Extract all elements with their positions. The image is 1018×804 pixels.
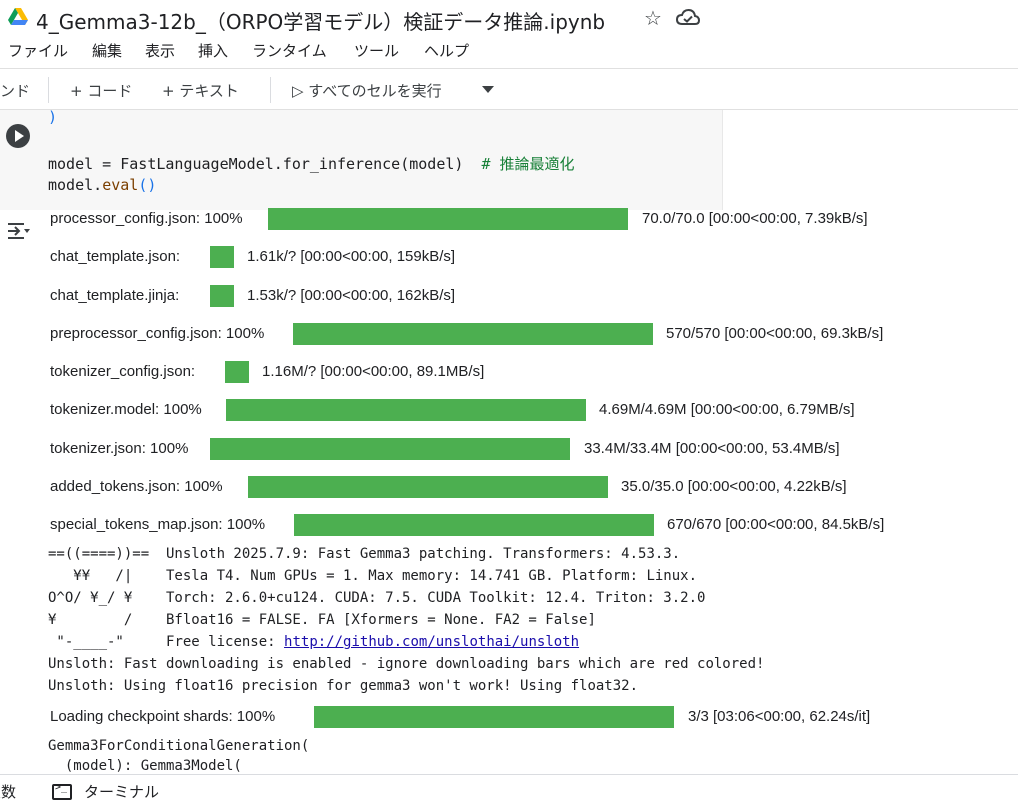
banner-line: "-____-" Free license: http://github.com… xyxy=(48,634,579,650)
code-line: ) xyxy=(48,108,58,126)
progress-fill xyxy=(226,399,586,421)
progress-label: added_tokens.json: 100% xyxy=(50,478,223,495)
progress-label: preprocessor_config.json: 100% xyxy=(50,325,265,342)
toolbar-command-label[interactable]: ンド xyxy=(0,80,30,101)
output-toggle-icon[interactable] xyxy=(6,220,32,242)
code-line: model.eval() xyxy=(48,176,157,194)
run-cell-button[interactable] xyxy=(6,124,30,148)
progress-stats: 3/3 [03:06<00:00, 62.24s/it] xyxy=(688,708,871,725)
banner-line: ==((====))== Unsloth 2025.7.9: Fast Gemm… xyxy=(48,546,680,562)
progress-bar xyxy=(294,514,654,536)
model-repr-line: (model): Gemma3Model( xyxy=(48,758,242,774)
menu-edit[interactable]: 編集 xyxy=(92,40,122,61)
banner-text: ¥ / Bfloat16 = FALSE. FA [Xformers = Non… xyxy=(48,612,596,628)
progress-stats: 570/570 [00:00<00:00, 69.3kB/s] xyxy=(666,325,884,342)
menu-runtime[interactable]: ランタイム xyxy=(252,40,327,61)
progress-stats: 4.69M/4.69M [00:00<00:00, 6.79MB/s] xyxy=(599,401,855,418)
progress-fill xyxy=(293,323,653,345)
banner-text: ==((====))== Unsloth 2025.7.9: Fast Gemm… xyxy=(48,546,681,562)
progress-bar xyxy=(248,476,608,498)
banner-text: O^O/ ¥_/ ¥ Torch: 2.6.0+cu124. CUDA: 7.5… xyxy=(48,590,706,606)
progress-stats: 70.0/70.0 [00:00<00:00, 7.39kB/s] xyxy=(642,210,868,227)
progress-bar xyxy=(210,438,570,460)
progress-stats: 1.53k/? [00:00<00:00, 162kB/s] xyxy=(247,287,456,304)
code-line: model = FastLanguageModel.for_inference(… xyxy=(48,155,575,173)
progress-bar xyxy=(226,399,586,421)
cell-toolbar-area xyxy=(722,110,1018,210)
run-all-button[interactable]: ▷ すべてのセルを実行 xyxy=(292,80,442,101)
progress-label: processor_config.json: 100% xyxy=(50,210,243,227)
terminal-icon[interactable] xyxy=(52,782,72,800)
menu-file[interactable]: ファイル xyxy=(8,40,68,61)
model-repr-line: Gemma3ForConditionalGeneration( xyxy=(48,738,310,754)
banner-text: ¥¥ /| Tesla T4. Num GPUs = 1. Max memory… xyxy=(48,568,698,584)
drive-icon xyxy=(8,8,28,25)
progress-label: chat_template.jinja: xyxy=(50,287,180,304)
progress-bar xyxy=(293,323,653,345)
progress-fill xyxy=(210,285,234,307)
progress-label: special_tokens_map.json: 100% xyxy=(50,516,266,533)
banner-text: "-____-" xyxy=(48,634,167,650)
menu-tools[interactable]: ツール xyxy=(354,40,399,61)
add-text-button[interactable]: + テキスト xyxy=(162,80,239,101)
banner-line: O^O/ ¥_/ ¥ Torch: 2.6.0+cu124. CUDA: 7.5… xyxy=(48,590,705,606)
cloud-icon[interactable] xyxy=(676,8,700,28)
progress-label: tokenizer.model: 100% xyxy=(50,401,202,418)
progress-bar xyxy=(268,208,628,230)
progress-bar xyxy=(210,285,234,307)
progress-bar xyxy=(210,246,234,268)
progress-fill xyxy=(294,514,654,536)
unsloth-message: Unsloth: Fast downloading is enabled - i… xyxy=(48,656,765,672)
progress-fill xyxy=(210,438,570,460)
menu-view[interactable]: 表示 xyxy=(145,40,175,61)
variables-tab[interactable]: 変数 xyxy=(0,781,16,802)
banner-line: ¥ / Bfloat16 = FALSE. FA [Xformers = Non… xyxy=(48,612,596,628)
progress-label: tokenizer_config.json: xyxy=(50,363,196,380)
progress-label: chat_template.json: xyxy=(50,248,181,265)
banner-line: ¥¥ /| Tesla T4. Num GPUs = 1. Max memory… xyxy=(48,568,697,584)
progress-fill xyxy=(314,706,674,728)
license-label: Free license: xyxy=(166,634,285,650)
toolbar-divider xyxy=(48,77,49,103)
progress-fill xyxy=(268,208,628,230)
progress-fill xyxy=(248,476,608,498)
menu-insert[interactable]: 挿入 xyxy=(198,40,228,61)
toolbar: ンド + コード + テキスト ▷ すべてのセルを実行 xyxy=(0,68,1018,110)
license-link[interactable]: http://github.com/unslothai/unsloth xyxy=(284,634,579,650)
progress-bar xyxy=(225,361,249,383)
progress-bar xyxy=(314,706,674,728)
progress-label: Loading checkpoint shards: 100% xyxy=(50,708,276,725)
progress-label: tokenizer.json: 100% xyxy=(50,440,189,457)
notebook-title[interactable]: 4_Gemma3-12b_（ORPO学習モデル）検証データ推論.ipynb xyxy=(36,6,605,35)
progress-stats: 1.61k/? [00:00<00:00, 159kB/s] xyxy=(247,248,456,265)
run-all-dropdown-icon[interactable] xyxy=(482,86,494,93)
title-bar: 4_Gemma3-12b_（ORPO学習モデル）検証データ推論.ipynb ☆ xyxy=(0,0,1018,38)
menu-help[interactable]: ヘルプ xyxy=(424,40,469,61)
toolbar-divider xyxy=(270,77,271,103)
progress-stats: 35.0/35.0 [00:00<00:00, 4.22kB/s] xyxy=(621,478,847,495)
progress-stats: 1.16M/? [00:00<00:00, 89.1MB/s] xyxy=(262,363,485,380)
unsloth-message: Unsloth: Using float16 precision for gem… xyxy=(48,678,639,694)
progress-stats: 33.4M/33.4M [00:00<00:00, 53.4MB/s] xyxy=(584,440,840,457)
progress-stats: 670/670 [00:00<00:00, 84.5kB/s] xyxy=(667,516,885,533)
add-code-button[interactable]: + コード xyxy=(70,80,132,101)
progress-fill xyxy=(225,361,249,383)
star-icon[interactable]: ☆ xyxy=(644,6,662,30)
terminal-tab[interactable]: ターミナル xyxy=(84,781,159,802)
progress-fill xyxy=(210,246,234,268)
bottom-bar: 変数 ターミナル xyxy=(0,774,1018,804)
